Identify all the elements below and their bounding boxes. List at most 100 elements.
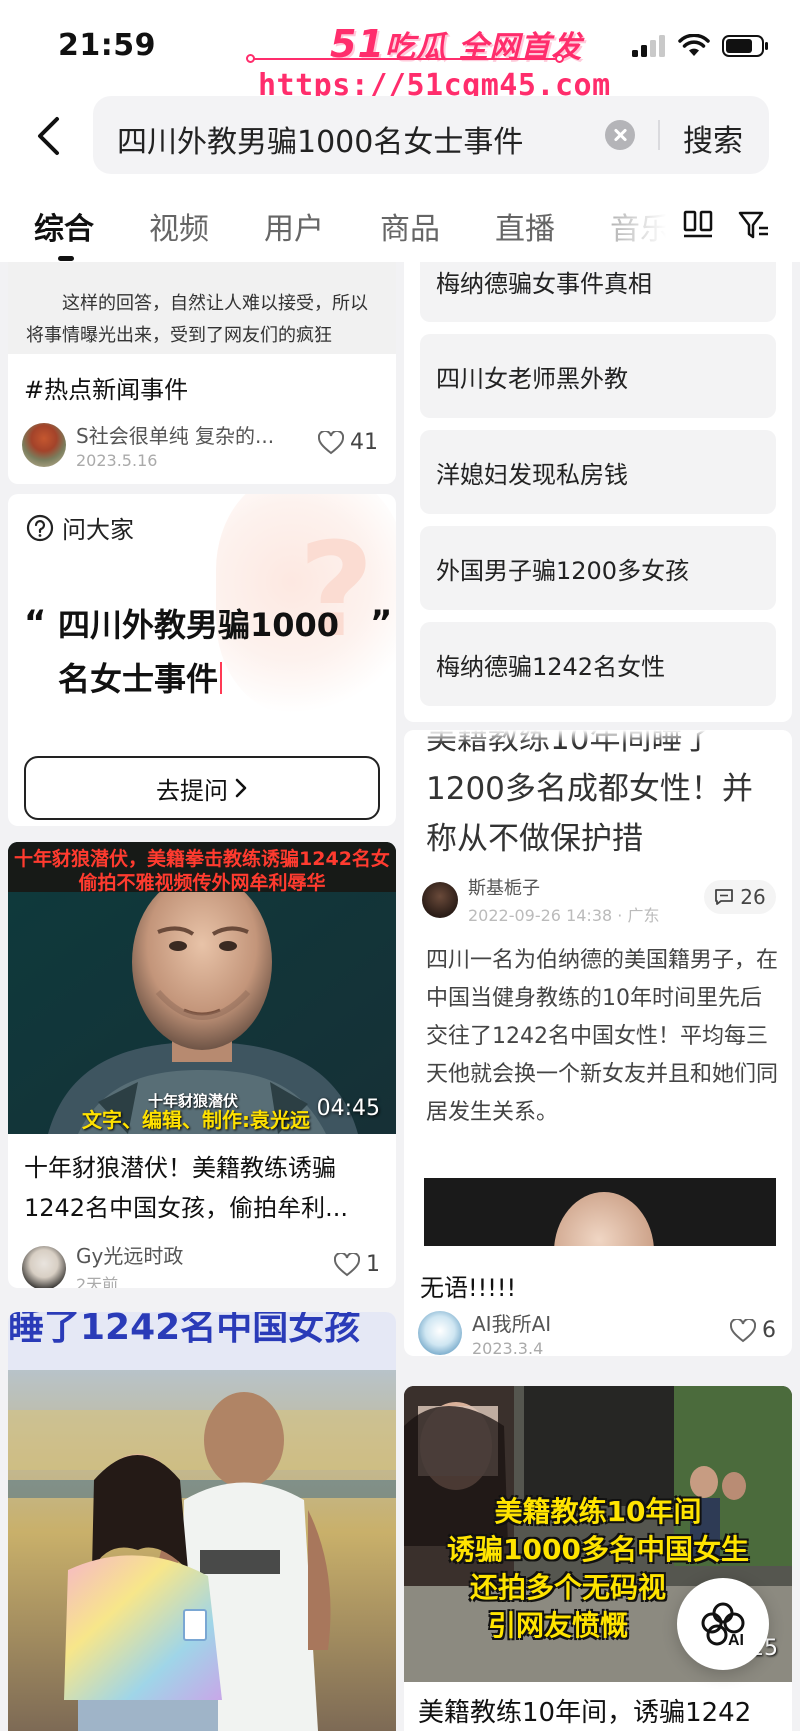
ai-flower-icon: AI bbox=[701, 1602, 745, 1649]
related-search-item[interactable]: 四川女老师黑外教 bbox=[420, 334, 776, 418]
video-banner: 睡了1242名中国女孩 bbox=[8, 1312, 396, 1370]
video-thumbnail[interactable] bbox=[8, 1370, 396, 1731]
note-snippet: 这样的回答，自然让人难以接受，所以将事情曝光出来，受到了网友们的疯狂 bbox=[8, 262, 396, 354]
chevron-right-icon bbox=[235, 778, 247, 798]
heart-icon bbox=[318, 430, 344, 454]
active-tab-indicator bbox=[58, 256, 74, 261]
video-caption: 诱骗1000多名中国女生 bbox=[447, 1533, 749, 1566]
video-banner-line1: 十年豺狼潜伏，美籍拳击教练诱骗1242名女 bbox=[14, 848, 390, 870]
back-button[interactable] bbox=[28, 112, 68, 160]
text-cursor bbox=[220, 662, 223, 694]
wifi-icon bbox=[678, 34, 710, 56]
tab-fade bbox=[590, 198, 680, 258]
author-name: AI我所AI bbox=[472, 1312, 552, 1336]
author-row[interactable]: 斯基栀子 2022-09-26 14:38 · 广东 bbox=[422, 874, 659, 926]
comment-count-value: 26 bbox=[740, 885, 766, 909]
video-card[interactable]: 美籍教练10年间 诱骗1000多名中国女生 还拍多个无码视 引网友愤慨 美籍教练… bbox=[404, 1386, 792, 1731]
note-title: 无语!!!!! bbox=[420, 1274, 517, 1302]
like-count: 1 bbox=[366, 1252, 380, 1277]
like-button[interactable]: 41 bbox=[318, 430, 378, 455]
question-circle-icon bbox=[26, 514, 54, 541]
video-banner-line2: 偷拍不雅视频传外网牟利辱华 bbox=[78, 872, 326, 894]
tab-bar: 综合 视频 用户 商品 直播 音乐 bbox=[0, 198, 800, 262]
related-search-item[interactable]: 洋媳妇发现私房钱 bbox=[420, 430, 776, 514]
author-name: S社会很单纯 复杂的... bbox=[76, 424, 275, 448]
avatar bbox=[22, 1245, 66, 1288]
note-card[interactable]: 无语!!!!! AI我所AI 2023.3.4 6 bbox=[404, 1246, 792, 1356]
clear-icon[interactable] bbox=[605, 120, 635, 150]
post-date: 2天前 bbox=[76, 1275, 119, 1288]
author-name: Gy光远时政 bbox=[76, 1244, 184, 1268]
author-row[interactable]: S社会很单纯 复杂的... 2023.5.16 bbox=[22, 420, 274, 470]
ask-question-button[interactable]: 去提问 bbox=[24, 756, 380, 820]
related-search-item[interactable]: 梅纳德骗1242名女性 bbox=[420, 622, 776, 706]
article-card[interactable]: 美籍教练10年间睡了1200多名成都女性！并称从不做保护措 斯基栀子 2022-… bbox=[404, 730, 792, 1246]
heart-icon bbox=[730, 1318, 756, 1342]
related-searches: 梅纳德骗女事件真相 四川女老师黑外教 洋媳妇发现私房钱 外国男子骗1200多女孩… bbox=[404, 262, 792, 722]
avatar bbox=[418, 1311, 462, 1355]
ask-question: “ 四川外教男骗1000名女士事件 ” bbox=[24, 598, 392, 706]
like-count: 41 bbox=[350, 430, 378, 455]
like-count: 6 bbox=[762, 1318, 776, 1343]
heart-icon bbox=[334, 1252, 360, 1276]
video-card[interactable]: 十年豺狼潜伏，美籍拳击教练诱骗1242名女 偷拍不雅视频传外网牟利辱华 十年豺狼… bbox=[8, 842, 396, 1288]
question-text: 四川外教男骗1000名女士事件 bbox=[58, 606, 340, 698]
search-input[interactable]: 四川外教男骗1000名女士事件 bbox=[117, 117, 523, 161]
video-caption: 美籍教练10年间 bbox=[494, 1495, 702, 1528]
close-quote: ” bbox=[370, 603, 393, 643]
filter-icon[interactable] bbox=[737, 208, 771, 242]
like-button[interactable]: 6 bbox=[730, 1318, 776, 1343]
post-date: 2023.5.16 bbox=[76, 451, 158, 470]
video-credit: 文字、编辑、制作:袁光远 bbox=[82, 1108, 310, 1132]
status-icons bbox=[632, 34, 770, 58]
related-search-item[interactable]: 外国男子骗1200多女孩 bbox=[420, 526, 776, 610]
tab-users[interactable]: 用户 bbox=[264, 204, 324, 248]
article-title: 美籍教练10年间睡了1200多名成都女性！并称从不做保护措 bbox=[426, 730, 753, 857]
watermark-dot bbox=[555, 54, 564, 63]
tab-all[interactable]: 综合 bbox=[34, 204, 94, 248]
battery-icon bbox=[722, 35, 768, 57]
note-title: #热点新闻事件 bbox=[24, 376, 189, 404]
watermark-line bbox=[252, 58, 558, 60]
post-date: 2022-09-26 14:38 · 广东 bbox=[468, 906, 660, 925]
article-image bbox=[424, 1178, 776, 1246]
ask-header: 问大家 bbox=[26, 510, 134, 545]
open-quote: “ bbox=[24, 603, 47, 643]
post-date: 2023.3.4 bbox=[472, 1339, 544, 1356]
author-name: 斯基栀子 bbox=[468, 878, 540, 899]
ai-label: AI bbox=[728, 1632, 744, 1649]
video-duration: 04:45 bbox=[316, 1096, 380, 1121]
note-card[interactable]: 这样的回答，自然让人难以接受，所以将事情曝光出来，受到了网友们的疯狂 #热点新闻… bbox=[8, 262, 396, 484]
tab-video[interactable]: 视频 bbox=[149, 204, 209, 248]
layout-toggle-icon[interactable] bbox=[682, 208, 714, 240]
ask-header-label: 问大家 bbox=[62, 516, 134, 544]
signal-icon bbox=[632, 35, 665, 57]
author-row[interactable]: Gy光远时政 2天前 bbox=[22, 1240, 183, 1288]
search-divider bbox=[658, 120, 660, 150]
video-title: 美籍教练10年间，诱骗1242 bbox=[418, 1698, 752, 1728]
ask-card: ? 问大家 “ 四川外教男骗1000名女士事件 ” 去提问 bbox=[8, 494, 396, 826]
article-body: 四川一名为伯纳德的美国籍男子，在中国当健身教练的10年时间里先后交往了1242名… bbox=[426, 948, 779, 1125]
top-bar: 21:59 51吃瓜 全网首发 https://51cgm45.com 四川外教… bbox=[0, 0, 800, 262]
search-box[interactable]: 四川外教男骗1000名女士事件 搜索 bbox=[93, 96, 769, 174]
status-time: 21:59 bbox=[58, 28, 156, 63]
comment-count[interactable]: 26 bbox=[704, 880, 776, 914]
video-thumbnail[interactable]: 十年豺狼潜伏，美籍拳击教练诱骗1242名女 偷拍不雅视频传外网牟利辱华 十年豺狼… bbox=[8, 842, 396, 1134]
search-button[interactable]: 搜索 bbox=[683, 116, 743, 160]
tab-live[interactable]: 直播 bbox=[495, 204, 555, 248]
video-card[interactable]: 睡了1242名中国女孩 bbox=[8, 1312, 396, 1731]
related-search-item[interactable]: 梅纳德骗女事件真相 bbox=[420, 262, 776, 322]
watermark-dot bbox=[246, 54, 255, 63]
avatar bbox=[422, 882, 458, 918]
chevron-left-icon bbox=[38, 117, 59, 155]
ai-assistant-button[interactable]: AI bbox=[677, 1578, 769, 1670]
like-button[interactable]: 1 bbox=[334, 1252, 380, 1277]
tab-products[interactable]: 商品 bbox=[380, 204, 440, 248]
author-row[interactable]: AI我所AI 2023.3.4 bbox=[418, 1308, 551, 1356]
ask-button-label: 去提问 bbox=[156, 776, 228, 805]
avatar bbox=[22, 423, 66, 467]
scroll-fade bbox=[404, 730, 792, 744]
article-image-subject bbox=[554, 1192, 654, 1246]
video-title: 十年豺狼潜伏！美籍教练诱骗1242名中国女孩，偷拍牟利... bbox=[24, 1154, 348, 1222]
comment-icon bbox=[715, 889, 734, 905]
